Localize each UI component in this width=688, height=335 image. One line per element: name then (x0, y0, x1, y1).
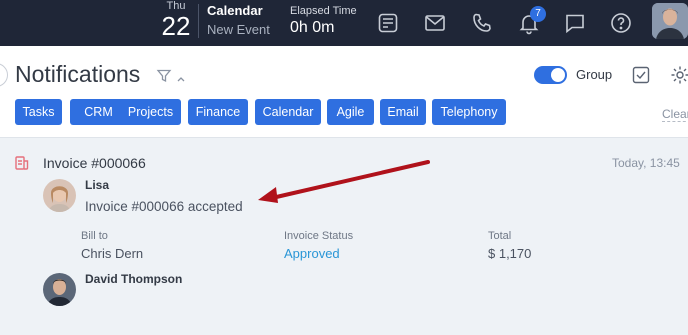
annotation-arrow (258, 160, 430, 203)
